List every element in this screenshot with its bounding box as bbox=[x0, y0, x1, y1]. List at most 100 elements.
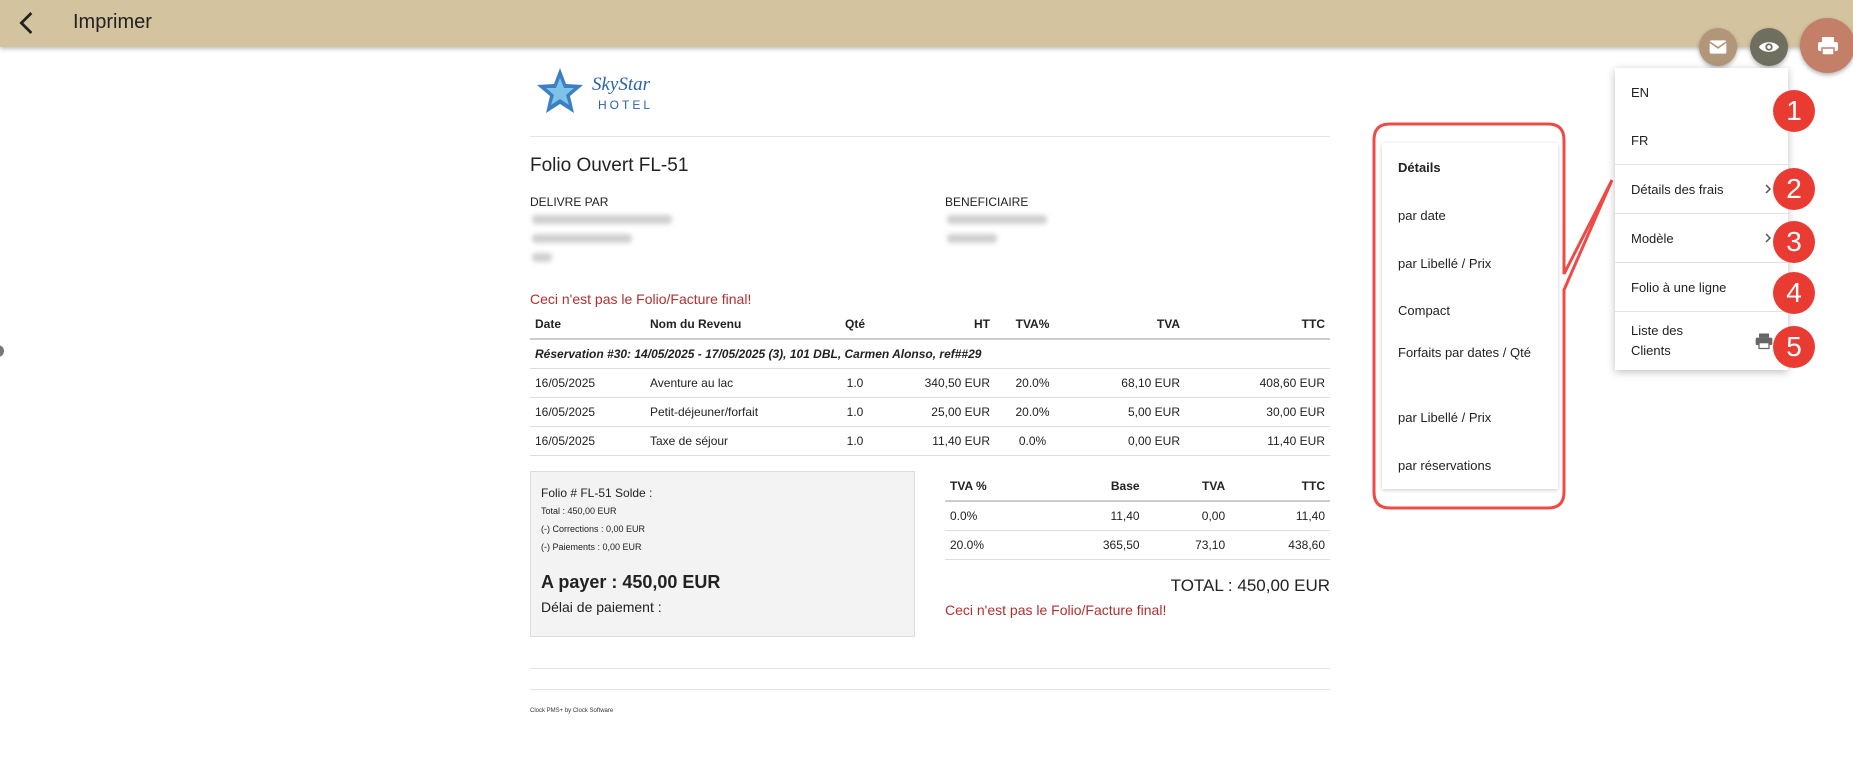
table-header-row: Date Nom du Revenu Qté HT TVA% TVA TTC bbox=[530, 310, 1330, 340]
divider bbox=[530, 136, 1330, 137]
redacted-text bbox=[532, 215, 672, 224]
cell: 11,40 bbox=[1044, 501, 1145, 531]
cell: 438,60 bbox=[1230, 530, 1330, 560]
menu-item-label: Modèle bbox=[1631, 230, 1674, 246]
table-row: 16/05/2025 Petit-déjeuner/forfait 1.0 25… bbox=[530, 397, 1330, 427]
cell: 11,40 EUR bbox=[1185, 426, 1330, 456]
submenu-item-by-label-price-2[interactable]: par Libellé / Prix bbox=[1398, 407, 1491, 428]
table-row: 16/05/2025 Aventure au lac 1.0 340,50 EU… bbox=[530, 368, 1330, 398]
beneficiary-label: BENEFICIAIRE bbox=[945, 195, 1029, 209]
page-title: Imprimer bbox=[73, 11, 152, 33]
balance-payments: (-) Paiements : 0,00 EUR bbox=[541, 542, 642, 552]
col-header: TVA bbox=[1144, 472, 1231, 502]
cell: 16/05/2025 bbox=[530, 426, 645, 456]
step-badge-4: 4 bbox=[1773, 272, 1815, 314]
reservation-row: Réservation #30: 14/05/2025 - 17/05/2025… bbox=[530, 339, 1330, 369]
cell: 68,10 EUR bbox=[1070, 368, 1185, 398]
divider bbox=[530, 689, 1330, 690]
table-row: 0.0% 11,40 0,00 11,40 bbox=[945, 501, 1330, 531]
balance-title: Folio # FL-51 Solde : bbox=[541, 486, 653, 500]
issuer-label: DELIVRE PAR bbox=[530, 195, 609, 209]
cell: 1.0 bbox=[825, 368, 885, 398]
cell: 1.0 bbox=[825, 426, 885, 456]
charges-table: Date Nom du Revenu Qté HT TVA% TVA TTC R… bbox=[530, 310, 1330, 456]
app-bar: Imprimer bbox=[0, 0, 1853, 47]
balance-total: Total : 450,00 EUR bbox=[541, 506, 617, 516]
hotel-logo: SkyStar HOTEL bbox=[530, 60, 680, 122]
draft-warning: Ceci n'est pas le Folio/Facture final! bbox=[530, 291, 752, 307]
cell: 365,50 bbox=[1044, 530, 1145, 560]
menu-item-charges-details[interactable]: Détails des frais bbox=[1615, 165, 1788, 213]
menu-item-one-line-folio[interactable]: Folio à une ligne bbox=[1615, 263, 1788, 311]
cell: 1.0 bbox=[825, 397, 885, 427]
balance-corrections: (-) Corrections : 0,00 EUR bbox=[541, 524, 646, 534]
cell: 0,00 EUR bbox=[1070, 426, 1185, 456]
redacted-text bbox=[947, 234, 997, 243]
submenu-item-packages-by-date-qty[interactable]: Forfaits par dates / Qté bbox=[1398, 342, 1538, 363]
menu-item-label: EN bbox=[1631, 84, 1650, 100]
submenu-item-by-date[interactable]: par date bbox=[1398, 205, 1446, 226]
cell: 408,60 EUR bbox=[1185, 368, 1330, 398]
back-arrow-icon[interactable] bbox=[12, 8, 42, 38]
cell: Taxe de séjour bbox=[645, 426, 825, 456]
step-badge-1: 1 bbox=[1773, 90, 1815, 132]
cell: 25,00 EUR bbox=[885, 397, 995, 427]
menu-item-template[interactable]: Modèle bbox=[1615, 214, 1788, 262]
folio-title: Folio Ouvert FL-51 bbox=[530, 155, 689, 176]
submenu-item-by-label-price[interactable]: par Libellé / Prix bbox=[1398, 253, 1491, 274]
menu-item-en[interactable]: EN bbox=[1615, 68, 1788, 116]
preview-button[interactable] bbox=[1750, 28, 1788, 66]
charges-details-submenu: Détails par date par Libellé / Prix Comp… bbox=[1382, 143, 1558, 489]
cell: 340,50 EUR bbox=[885, 368, 995, 398]
table-header-row: TVA % Base TVA TTC bbox=[945, 472, 1330, 502]
col-header: TVA % bbox=[945, 472, 1045, 502]
mail-icon bbox=[1709, 40, 1727, 54]
print-button[interactable] bbox=[1800, 18, 1853, 73]
cell: Aventure au lac bbox=[645, 368, 825, 398]
col-header: TVA bbox=[1070, 310, 1185, 340]
cell: 20.0% bbox=[995, 397, 1070, 427]
cell: 20.0% bbox=[995, 368, 1070, 398]
menu-item-label: Liste des Clients bbox=[1631, 323, 1684, 358]
email-button[interactable] bbox=[1699, 28, 1737, 66]
cell: 30,00 EUR bbox=[1185, 397, 1330, 427]
submenu-item-compact[interactable]: Compact bbox=[1398, 300, 1450, 321]
menu-item-client-list[interactable]: Liste des Clients bbox=[1615, 312, 1788, 370]
table-row: 16/05/2025 Taxe de séjour 1.0 11,40 EUR … bbox=[530, 426, 1330, 456]
svg-text:HOTEL: HOTEL bbox=[598, 98, 653, 112]
menu-item-label: FR bbox=[1631, 132, 1649, 148]
print-icon bbox=[1817, 36, 1838, 56]
col-header: Nom du Revenu bbox=[645, 310, 825, 340]
cell: 11,40 bbox=[1230, 501, 1330, 531]
menu-item-label: Détails des frais bbox=[1631, 181, 1724, 197]
col-header: Date bbox=[530, 310, 645, 340]
col-header: HT bbox=[885, 310, 995, 340]
submenu-item-by-reservations[interactable]: par réservations bbox=[1398, 455, 1491, 476]
table-row: 20.0% 365,50 73,10 438,60 bbox=[945, 530, 1330, 560]
cell: 16/05/2025 bbox=[530, 368, 645, 398]
reservation-info: Réservation #30: 14/05/2025 - 17/05/2025… bbox=[530, 339, 1330, 369]
cell: 73,10 bbox=[1144, 530, 1231, 560]
submenu-item-details[interactable]: Détails bbox=[1398, 157, 1441, 178]
grand-total: TOTAL : 450,00 EUR bbox=[1170, 576, 1330, 595]
cell: 5,00 EUR bbox=[1070, 397, 1185, 427]
menu-item-fr[interactable]: FR bbox=[1615, 116, 1788, 164]
eye-icon bbox=[1758, 42, 1780, 52]
cell: 0.0% bbox=[945, 501, 1045, 531]
cell: 0.0% bbox=[995, 426, 1070, 456]
redacted-text bbox=[532, 253, 552, 262]
cell: 20.0% bbox=[945, 530, 1045, 560]
col-header: Base bbox=[1044, 472, 1145, 502]
vat-table: TVA % Base TVA TTC 0.0% 11,40 0,00 11,40… bbox=[945, 472, 1330, 560]
divider bbox=[530, 668, 1330, 669]
col-header: TVA% bbox=[995, 310, 1070, 340]
step-badge-5: 5 bbox=[1773, 326, 1815, 368]
draft-warning: Ceci n'est pas le Folio/Facture final! bbox=[945, 602, 1167, 618]
cell: 11,40 EUR bbox=[885, 426, 995, 456]
svg-text:SkyStar: SkyStar bbox=[592, 74, 651, 95]
balance-box: Folio # FL-51 Solde : Total : 450,00 EUR… bbox=[530, 471, 915, 637]
footer-credit: Clock PMS+ by Clock Software bbox=[530, 708, 614, 714]
side-handle[interactable] bbox=[0, 345, 4, 357]
amount-due: A payer : 450,00 EUR bbox=[541, 572, 721, 592]
redacted-text bbox=[947, 215, 1047, 224]
